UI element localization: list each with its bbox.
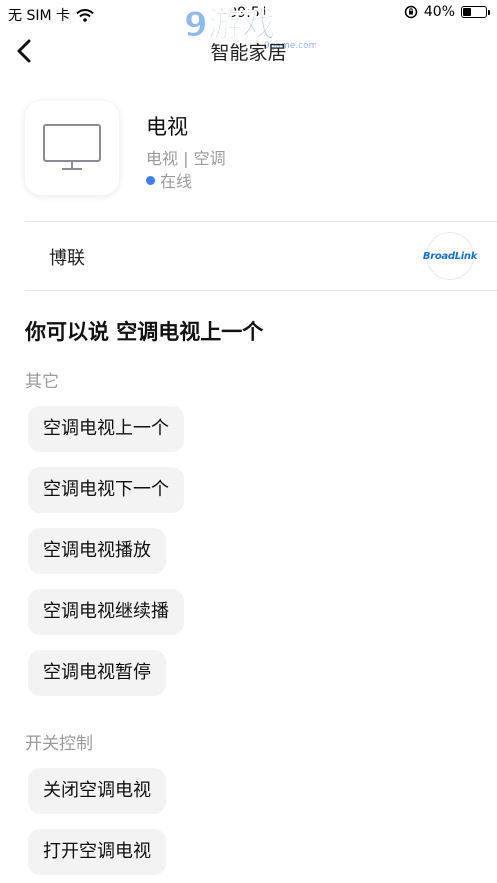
device-category: 电视 | 空调 [146, 149, 226, 168]
broadlink-logo: BroadLink [423, 232, 477, 280]
page-title: 智能家居 [210, 42, 287, 64]
device-name: 电视 [146, 115, 188, 139]
online-dot-icon [146, 175, 155, 185]
brand-name: 博联 [49, 248, 85, 269]
section-label-switch: 开关控制 [25, 734, 93, 754]
tv-icon [43, 124, 101, 170]
command-chip[interactable]: 空调电视下一个 [28, 467, 184, 513]
command-chip[interactable]: 关闭空调电视 [28, 768, 166, 814]
command-chip[interactable]: 空调电视播放 [28, 528, 166, 574]
device-status-label: 在线 [160, 172, 193, 191]
nav-bar: 智能家居 [0, 28, 497, 72]
suggestion-title: 你可以说 空调电视上一个 [25, 320, 264, 344]
battery-icon [461, 6, 490, 18]
command-chip[interactable]: 空调电视上一个 [28, 406, 184, 452]
section-label-other: 其它 [25, 372, 59, 392]
device-icon-box [25, 101, 119, 195]
command-chip[interactable]: 空调电视继续播 [28, 589, 184, 635]
divider [25, 290, 497, 291]
brand-row[interactable]: 博联 BroadLink [25, 222, 497, 290]
command-chip[interactable]: 空调电视暂停 [28, 650, 166, 696]
device-card: 电视 电视 | 空调 在线 [25, 101, 497, 197]
battery-percent: 40% [423, 4, 455, 20]
orientation-lock-icon [404, 5, 418, 19]
battery-fill [463, 8, 471, 16]
device-status: 在线 [146, 168, 192, 192]
status-right: 40% [404, 4, 490, 20]
command-chip[interactable]: 打开空调电视 [28, 829, 166, 875]
